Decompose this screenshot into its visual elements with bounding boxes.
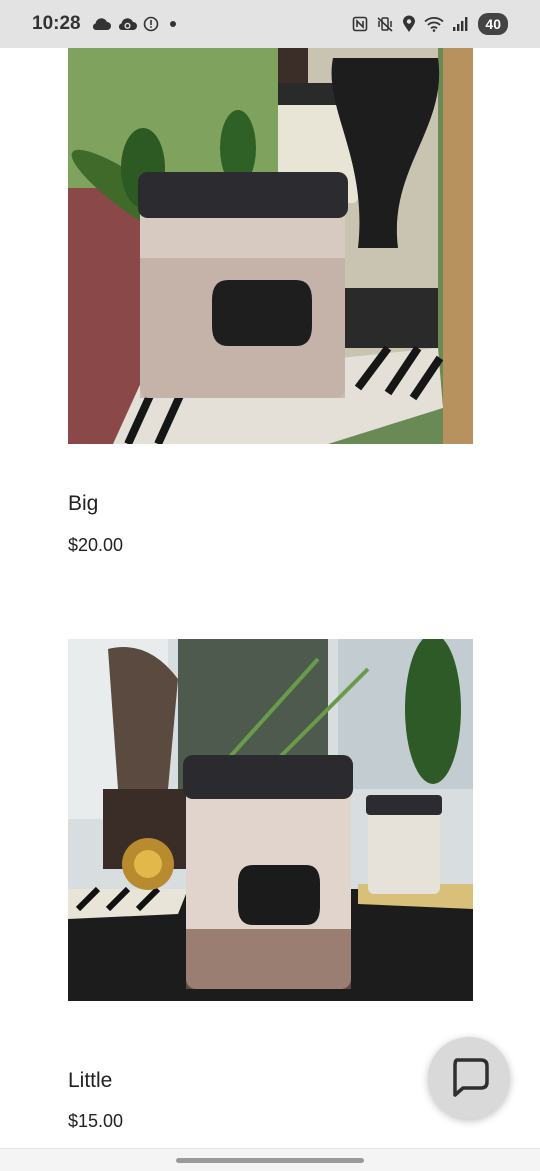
status-time: 10:28 xyxy=(32,13,81,34)
jar-photo-little xyxy=(68,639,473,1001)
status-notification-icons xyxy=(91,16,181,32)
product-price: $15.00 xyxy=(68,1111,124,1131)
system-nav-bar xyxy=(0,1148,540,1171)
product-price: $20.00 xyxy=(68,535,124,555)
jar-photo-big xyxy=(68,48,473,444)
dot-icon xyxy=(165,19,181,29)
cloud-icon xyxy=(91,17,111,31)
nfc-icon xyxy=(352,16,368,32)
signal-icon xyxy=(452,16,470,32)
vibrate-mute-icon xyxy=(376,16,394,32)
product-image-big[interactable] xyxy=(68,48,473,444)
product-image-little[interactable] xyxy=(68,639,473,1001)
product-name[interactable]: Little xyxy=(68,1069,112,1093)
home-indicator[interactable] xyxy=(176,1158,364,1163)
product-name[interactable]: Big xyxy=(68,492,98,516)
status-system-icons: 40 xyxy=(352,13,508,35)
location-icon xyxy=(402,15,416,33)
wifi-icon xyxy=(424,16,445,32)
battery-indicator: 40 xyxy=(478,13,508,35)
chat-button[interactable] xyxy=(428,1037,510,1119)
cloud-sync-icon xyxy=(117,17,137,31)
status-bar: 10:28 40 xyxy=(0,0,540,48)
chat-bubble-icon xyxy=(447,1054,491,1103)
alert-circle-icon xyxy=(143,16,159,32)
